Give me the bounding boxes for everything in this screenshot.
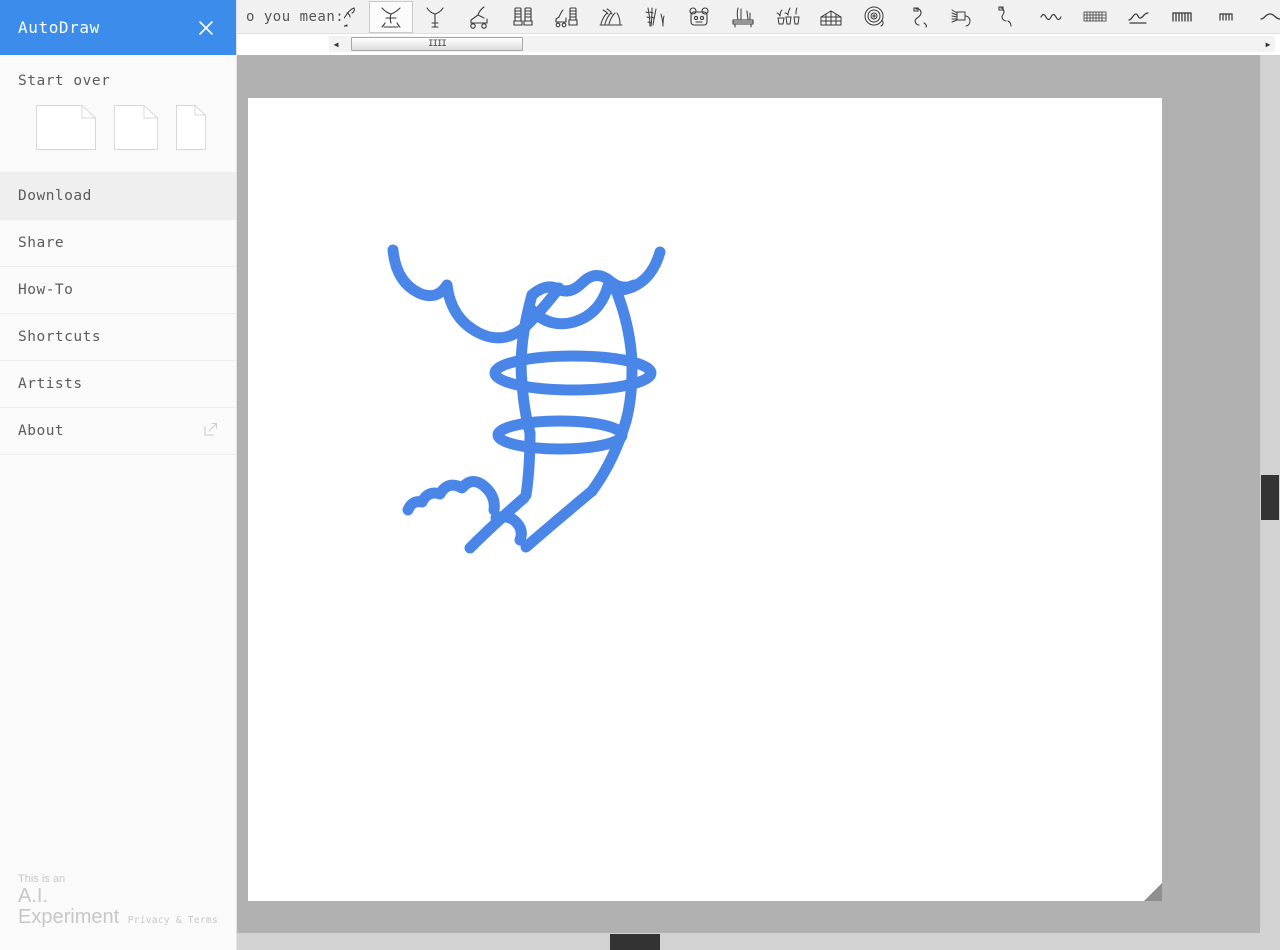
drawing-workspace[interactable]	[236, 55, 1280, 933]
menu-item-label: Artists	[18, 375, 83, 392]
menu-item-about[interactable]: About	[0, 408, 236, 455]
page-square-icon[interactable]	[114, 105, 158, 154]
menu-item-download[interactable]: Download	[0, 173, 236, 220]
suggestion-bamboo-plant-icon[interactable]	[633, 0, 677, 33]
suggestion-simple-wave-icon[interactable]	[1249, 0, 1280, 33]
page-portrait-icon[interactable]	[176, 105, 206, 154]
suggestion-squiggle-wave-icon[interactable]	[1029, 0, 1073, 33]
suggestion-sprinkler-icon[interactable]	[941, 0, 985, 33]
privacy-and-terms-link[interactable]: Privacy & Terms	[128, 915, 218, 928]
horizontal-scrollbar-thumb[interactable]	[610, 934, 660, 950]
drawing-canvas[interactable]	[248, 98, 1162, 901]
suggestion-greenhouse-icon[interactable]	[809, 0, 853, 33]
badge-line-2: A.I.	[18, 885, 49, 907]
scroll-thumb-grip-icon: IIII	[428, 38, 447, 49]
side-panel: AutoDraw Start over Download Share How-T…	[0, 0, 237, 950]
suggestion-roller-skate-icon[interactable]	[457, 0, 501, 33]
menu-item-label: About	[18, 422, 65, 439]
panel-menu: Download Share How-To Shortcuts Artists …	[0, 172, 236, 455]
suggestion-prompt: o you mean:	[236, 0, 345, 33]
suggestion-hose-reel-icon[interactable]	[853, 0, 897, 33]
page-landscape-icon[interactable]	[36, 105, 96, 154]
suggestion-bicycle-rack-icon[interactable]	[589, 0, 633, 33]
suggestion-strip	[325, 0, 1280, 33]
menu-item-label: Shortcuts	[18, 328, 102, 345]
horizontal-scrollbar[interactable]	[236, 933, 1280, 950]
menu-item-shortcuts[interactable]: Shortcuts	[0, 314, 236, 361]
suggestion-watering-wand-icon[interactable]	[985, 0, 1029, 33]
suggestion-coil-spring-icon[interactable]	[1161, 0, 1205, 33]
app-title: AutoDraw	[18, 18, 100, 37]
panel-footer: This is an A.I. Experiment Privacy & Ter…	[0, 873, 236, 950]
suggestion-garden-bench-icon[interactable]	[721, 0, 765, 33]
menu-item-share[interactable]: Share	[0, 220, 236, 267]
suggestion-ice-skates-crossed-icon[interactable]	[369, 1, 413, 33]
suggestion-ocean-wave-icon[interactable]	[1117, 0, 1161, 33]
page-format-options	[18, 105, 236, 154]
suggestion-mesh-grid-icon[interactable]	[1073, 0, 1117, 33]
start-over-label: Start over	[18, 73, 111, 89]
suggestion-garden-hose-icon[interactable]	[897, 0, 941, 33]
close-icon[interactable]	[194, 16, 218, 40]
suggestion-robot-face-icon[interactable]	[677, 0, 721, 33]
suggestion-ski-boots-icon[interactable]	[501, 0, 545, 33]
external-link-icon	[204, 422, 218, 440]
vertical-scrollbar[interactable]	[1260, 55, 1280, 933]
vertical-scrollbar-thumb[interactable]	[1261, 475, 1279, 520]
menu-item-how-to[interactable]: How-To	[0, 267, 236, 314]
suggestion-scroll-thumb[interactable]: IIII	[351, 37, 523, 51]
suggestion-potted-plants-icon[interactable]	[765, 0, 809, 33]
badge-line-3: Experiment	[18, 906, 120, 928]
menu-item-label: Download	[18, 187, 92, 204]
autodraw-app: o you mean: ◀ IIII ▶ AutoDraw Start over…	[0, 0, 1280, 950]
canvas-corner-fold-icon	[1144, 883, 1162, 901]
suggestion-figure-skater-icon[interactable]	[413, 0, 457, 33]
start-over-section: Start over	[0, 55, 236, 172]
menu-item-label: How-To	[18, 281, 74, 298]
panel-spacer	[0, 455, 236, 873]
suggestion-scrollbar[interactable]: ◀ IIII ▶	[329, 36, 1275, 52]
user-sketch	[387, 244, 666, 554]
suggestion-scroll-track[interactable]: IIII	[343, 36, 1261, 52]
menu-item-artists[interactable]: Artists	[0, 361, 236, 408]
menu-item-label: Share	[18, 234, 65, 251]
panel-header: AutoDraw	[0, 0, 236, 55]
suggestion-roller-skates-pair-icon[interactable]	[545, 0, 589, 33]
suggestion-scroll-left-arrow-icon[interactable]: ◀	[329, 36, 343, 52]
suggestion-scroll-right-arrow-icon[interactable]: ▶	[1261, 36, 1275, 52]
suggestion-small-coil-icon[interactable]	[1205, 0, 1249, 33]
ai-experiment-badge: This is an A.I. Experiment	[18, 873, 119, 928]
